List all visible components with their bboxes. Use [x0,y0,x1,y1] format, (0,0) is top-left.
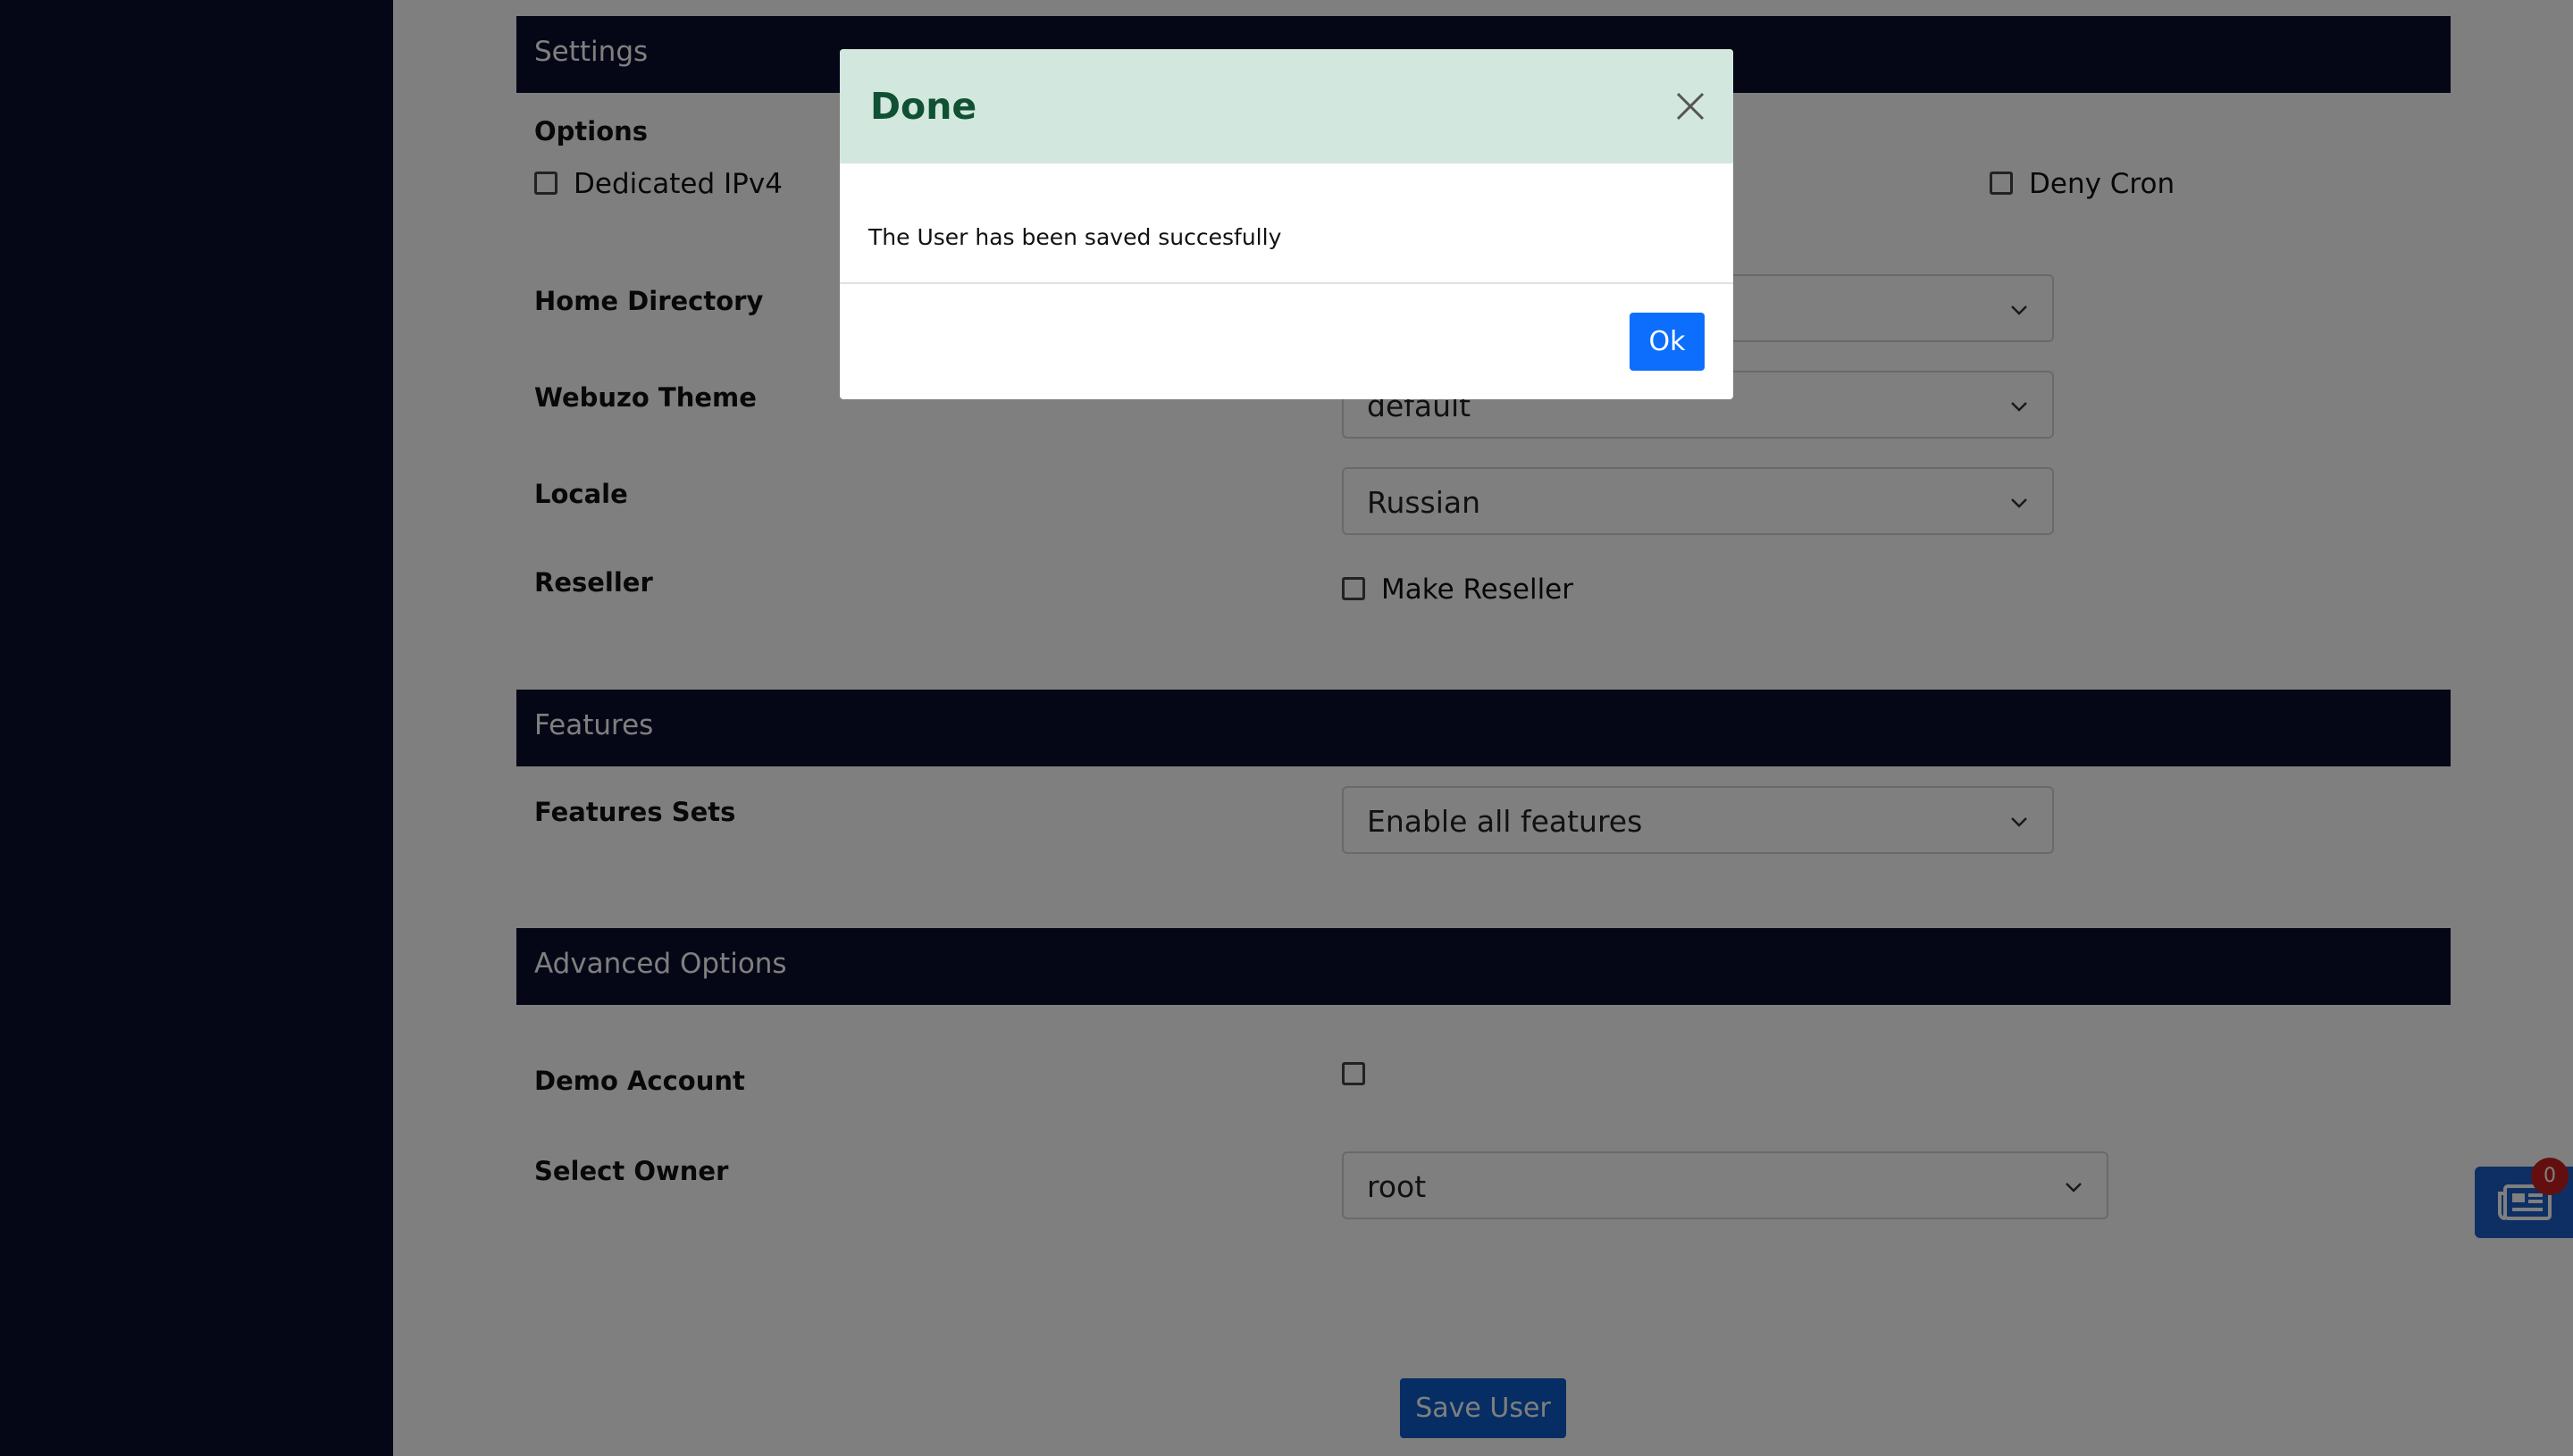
dialog-message: The User has been saved succesfully [868,224,1282,250]
dialog-header: Done [840,49,1733,163]
success-dialog: Done The User has been saved succesfully… [840,49,1733,399]
close-icon[interactable] [1674,90,1706,122]
dialog-divider [840,282,1733,284]
ok-button[interactable]: Ok [1630,313,1705,371]
dialog-title: Done [870,85,977,128]
